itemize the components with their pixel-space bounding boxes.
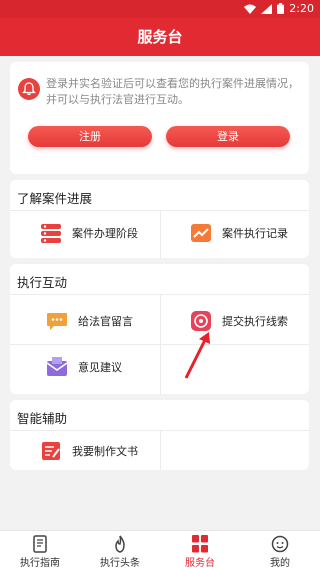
trend-chart-icon bbox=[190, 222, 212, 244]
bottom-tab-bar: 执行指南 执行头条 服务台 我的 bbox=[0, 530, 320, 568]
tab-execution-guide[interactable]: 执行指南 bbox=[0, 531, 80, 568]
assist-section: 智能辅助 我要制作文书 bbox=[10, 400, 309, 470]
message-judge-label: 给法官留言 bbox=[78, 315, 133, 328]
section-title-assist: 智能辅助 bbox=[17, 411, 68, 426]
interaction-section: 执行互动 给法官留言 提交执行线索 意见建议 bbox=[10, 264, 309, 394]
wifi-icon bbox=[244, 4, 257, 14]
submit-clue-item[interactable]: 提交执行线索 bbox=[190, 310, 288, 332]
progress-section: 了解案件进展 案件办理阶段 案件执行记录 bbox=[10, 180, 309, 258]
register-button[interactable]: 注册 bbox=[28, 126, 152, 147]
case-stage-label: 案件办理阶段 bbox=[72, 227, 138, 240]
flame-icon bbox=[115, 535, 125, 553]
list-stages-icon bbox=[40, 222, 62, 244]
create-document-label: 我要制作文书 bbox=[72, 445, 138, 458]
battery-icon bbox=[277, 3, 285, 14]
execution-record-item[interactable]: 案件执行记录 bbox=[190, 222, 288, 244]
message-judge-item[interactable]: 给法官留言 bbox=[46, 310, 133, 332]
tab-label: 服务台 bbox=[185, 558, 215, 568]
clue-disc-icon bbox=[190, 310, 212, 332]
user-face-icon bbox=[271, 535, 289, 553]
execution-record-label: 案件执行记录 bbox=[222, 227, 288, 240]
bell-icon bbox=[18, 78, 40, 100]
feedback-item[interactable]: 意见建议 bbox=[46, 356, 122, 378]
tab-label: 我的 bbox=[270, 558, 290, 568]
tab-execution-headlines[interactable]: 执行头条 bbox=[80, 531, 160, 568]
section-title-progress: 了解案件进展 bbox=[17, 191, 93, 206]
annotation-arrow-icon bbox=[184, 332, 210, 379]
tab-label: 执行指南 bbox=[20, 558, 60, 568]
divider bbox=[160, 210, 161, 258]
chat-bubble-icon bbox=[46, 310, 68, 332]
tab-mine[interactable]: 我的 bbox=[240, 531, 320, 568]
submit-clue-label: 提交执行线索 bbox=[222, 315, 288, 328]
tab-service-desk[interactable]: 服务台 bbox=[160, 531, 240, 568]
envelope-icon bbox=[46, 356, 68, 378]
grid-icon bbox=[192, 535, 208, 553]
signal-icon bbox=[261, 3, 273, 14]
feedback-label: 意见建议 bbox=[78, 361, 122, 374]
case-stage-item[interactable]: 案件办理阶段 bbox=[40, 222, 138, 244]
login-notice-card: 登录并实名验证后可以查看您的执行案件进展情况，并可以与执行法官进行互动。 bbox=[10, 62, 309, 174]
guide-book-icon bbox=[33, 535, 47, 553]
login-button[interactable]: 登录 bbox=[166, 126, 290, 147]
document-icon bbox=[40, 440, 62, 462]
page-title: 服务台 bbox=[0, 18, 320, 56]
tab-label: 执行头条 bbox=[100, 558, 140, 568]
create-document-item[interactable]: 我要制作文书 bbox=[40, 440, 138, 462]
status-bar: 2:20 bbox=[0, 0, 320, 18]
section-title-interaction: 执行互动 bbox=[17, 275, 68, 290]
divider bbox=[160, 430, 161, 470]
status-time: 2:20 bbox=[289, 2, 314, 15]
login-notice-text: 登录并实名验证后可以查看您的执行案件进展情况，并可以与执行法官进行互动。 bbox=[46, 77, 299, 106]
divider bbox=[160, 294, 161, 394]
